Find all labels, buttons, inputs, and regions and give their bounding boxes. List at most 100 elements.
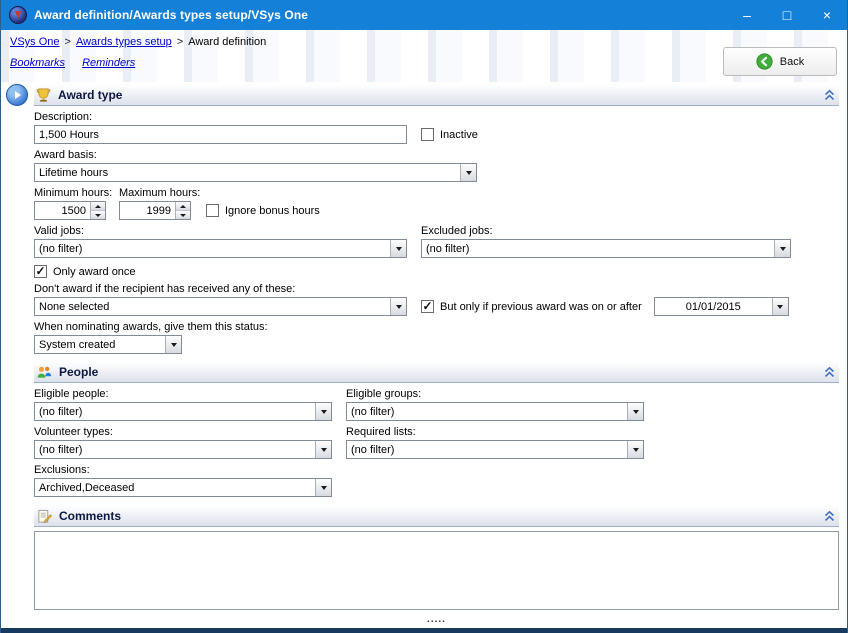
required-lists-label: Required lists: xyxy=(346,426,416,438)
prev-award-date-select[interactable]: 01/01/2015 xyxy=(654,297,789,316)
collapse-award-type-button[interactable] xyxy=(824,89,835,101)
award-basis-value: Lifetime hours xyxy=(35,164,460,181)
prev-award-label[interactable]: But only if previous award was on or aft… xyxy=(440,301,642,313)
window-title: Award definition/Awards types setup/VSys… xyxy=(34,8,308,22)
eligible-groups-select[interactable]: (no filter) xyxy=(346,402,644,421)
maximize-button[interactable]: □ xyxy=(767,0,807,30)
max-hours-stepper[interactable]: 1999 xyxy=(119,201,191,220)
top-band: VSys One > Awards types setup > Award defini… xyxy=(1,30,847,82)
dont-award-label: Don't award if the recipient has receive… xyxy=(34,283,839,295)
excluded-jobs-select[interactable]: (no filter) xyxy=(421,239,791,258)
section-title-award-type: Award type xyxy=(58,88,122,102)
min-hours-label: Minimum hours: xyxy=(34,187,119,199)
prev-award-checkbox[interactable] xyxy=(421,300,434,313)
dropdown-arrow-icon[interactable] xyxy=(165,336,181,353)
breadcrumb-separator: > xyxy=(177,36,183,48)
award-basis-label: Award basis: xyxy=(34,149,839,161)
dont-award-value: None selected xyxy=(35,298,390,315)
arrow-right-icon xyxy=(15,91,21,99)
bookmarks-link[interactable]: Bookmarks xyxy=(10,57,65,69)
spinner-down-icon[interactable] xyxy=(176,211,190,219)
dropdown-arrow-icon[interactable] xyxy=(315,441,331,458)
reminders-link[interactable]: Reminders xyxy=(82,57,135,69)
dropdown-arrow-icon[interactable] xyxy=(315,403,331,420)
award-basis-select[interactable]: Lifetime hours xyxy=(34,163,477,182)
exclusions-label: Exclusions: xyxy=(34,464,839,476)
excluded-jobs-label: Excluded jobs: xyxy=(421,225,493,237)
dropdown-arrow-icon[interactable] xyxy=(315,479,331,496)
side-expand-button[interactable] xyxy=(6,84,28,106)
required-lists-select[interactable]: (no filter) xyxy=(346,440,644,459)
spinner-buttons xyxy=(90,202,105,219)
breadcrumb-link-awards-types-setup[interactable]: Awards types setup xyxy=(76,36,172,48)
breadcrumb-current: Award definition xyxy=(188,36,266,48)
description-label: Description: xyxy=(34,111,839,123)
spinner-buttons xyxy=(175,202,190,219)
eligible-groups-value: (no filter) xyxy=(347,403,627,420)
eligible-people-select[interactable]: (no filter) xyxy=(34,402,332,421)
window-titlebar: Award definition/Awards types setup/VSys… xyxy=(1,0,847,30)
main-form: Award type Description: 1,500 Hours Inac… xyxy=(1,85,847,624)
comments-textarea[interactable] xyxy=(34,531,839,610)
back-button-label: Back xyxy=(780,56,804,68)
eligible-people-value: (no filter) xyxy=(35,403,315,420)
spinner-down-icon[interactable] xyxy=(91,211,105,219)
only-award-once-checkbox[interactable] xyxy=(34,265,47,278)
back-icon xyxy=(756,53,773,70)
collapse-comments-button[interactable] xyxy=(824,510,835,522)
breadcrumb: VSys One > Awards types setup > Award defini… xyxy=(1,30,847,48)
comments-icon xyxy=(36,509,52,524)
window-controls: – □ × xyxy=(727,0,847,30)
volunteer-types-select[interactable]: (no filter) xyxy=(34,440,332,459)
chevron-double-up-icon xyxy=(824,89,835,101)
breadcrumb-link-vsys-one[interactable]: VSys One xyxy=(10,36,60,48)
status-value: System created xyxy=(35,336,165,353)
exclusions-select[interactable]: Archived,Deceased xyxy=(34,478,332,497)
dropdown-arrow-icon[interactable] xyxy=(390,298,406,315)
chevron-double-up-icon xyxy=(824,366,835,378)
dropdown-arrow-icon[interactable] xyxy=(774,240,790,257)
minimize-button[interactable]: – xyxy=(727,0,767,30)
breadcrumb-separator: > xyxy=(65,36,71,48)
dropdown-arrow-icon[interactable] xyxy=(772,298,788,315)
dropdown-arrow-icon[interactable] xyxy=(627,403,643,420)
eligible-groups-label: Eligible groups: xyxy=(346,388,421,400)
excluded-jobs-value: (no filter) xyxy=(422,240,774,257)
spinner-up-icon[interactable] xyxy=(176,202,190,211)
section-header-award-type: Award type xyxy=(34,85,839,106)
people-icon xyxy=(36,365,52,380)
dont-award-select[interactable]: None selected xyxy=(34,297,407,316)
collapse-people-button[interactable] xyxy=(824,366,835,378)
back-button[interactable]: Back xyxy=(723,47,837,76)
min-hours-stepper[interactable]: 1500 xyxy=(34,201,106,220)
max-hours-value: 1999 xyxy=(120,202,175,219)
inactive-label[interactable]: Inactive xyxy=(440,129,478,141)
section-title-comments: Comments xyxy=(59,509,121,523)
ignore-bonus-checkbox[interactable] xyxy=(206,204,219,217)
valid-jobs-label: Valid jobs: xyxy=(34,225,421,237)
bottom-strip xyxy=(1,628,847,633)
chevron-double-up-icon xyxy=(824,510,835,522)
status-label: When nominating awards, give them this s… xyxy=(34,321,839,333)
status-select[interactable]: System created xyxy=(34,335,182,354)
close-button[interactable]: × xyxy=(807,0,847,30)
section-header-people: People xyxy=(34,362,839,383)
dropdown-arrow-icon[interactable] xyxy=(390,240,406,257)
valid-jobs-value: (no filter) xyxy=(35,240,390,257)
dropdown-arrow-icon[interactable] xyxy=(460,164,476,181)
min-hours-value: 1500 xyxy=(35,202,90,219)
volunteer-types-value: (no filter) xyxy=(35,441,315,458)
inactive-checkbox[interactable] xyxy=(421,128,434,141)
max-hours-label: Maximum hours: xyxy=(119,187,200,199)
required-lists-value: (no filter) xyxy=(347,441,627,458)
section-header-comments: Comments xyxy=(34,506,839,527)
dropdown-arrow-icon[interactable] xyxy=(627,441,643,458)
section-title-people: People xyxy=(59,365,98,379)
valid-jobs-select[interactable]: (no filter) xyxy=(34,239,407,258)
resize-grip[interactable]: ..... xyxy=(34,616,839,624)
description-input[interactable]: 1,500 Hours xyxy=(34,125,407,144)
only-award-once-label[interactable]: Only award once xyxy=(53,266,136,278)
app-window: Award definition/Awards types setup/VSys… xyxy=(0,0,848,633)
ignore-bonus-label[interactable]: Ignore bonus hours xyxy=(225,205,320,217)
spinner-up-icon[interactable] xyxy=(91,202,105,211)
